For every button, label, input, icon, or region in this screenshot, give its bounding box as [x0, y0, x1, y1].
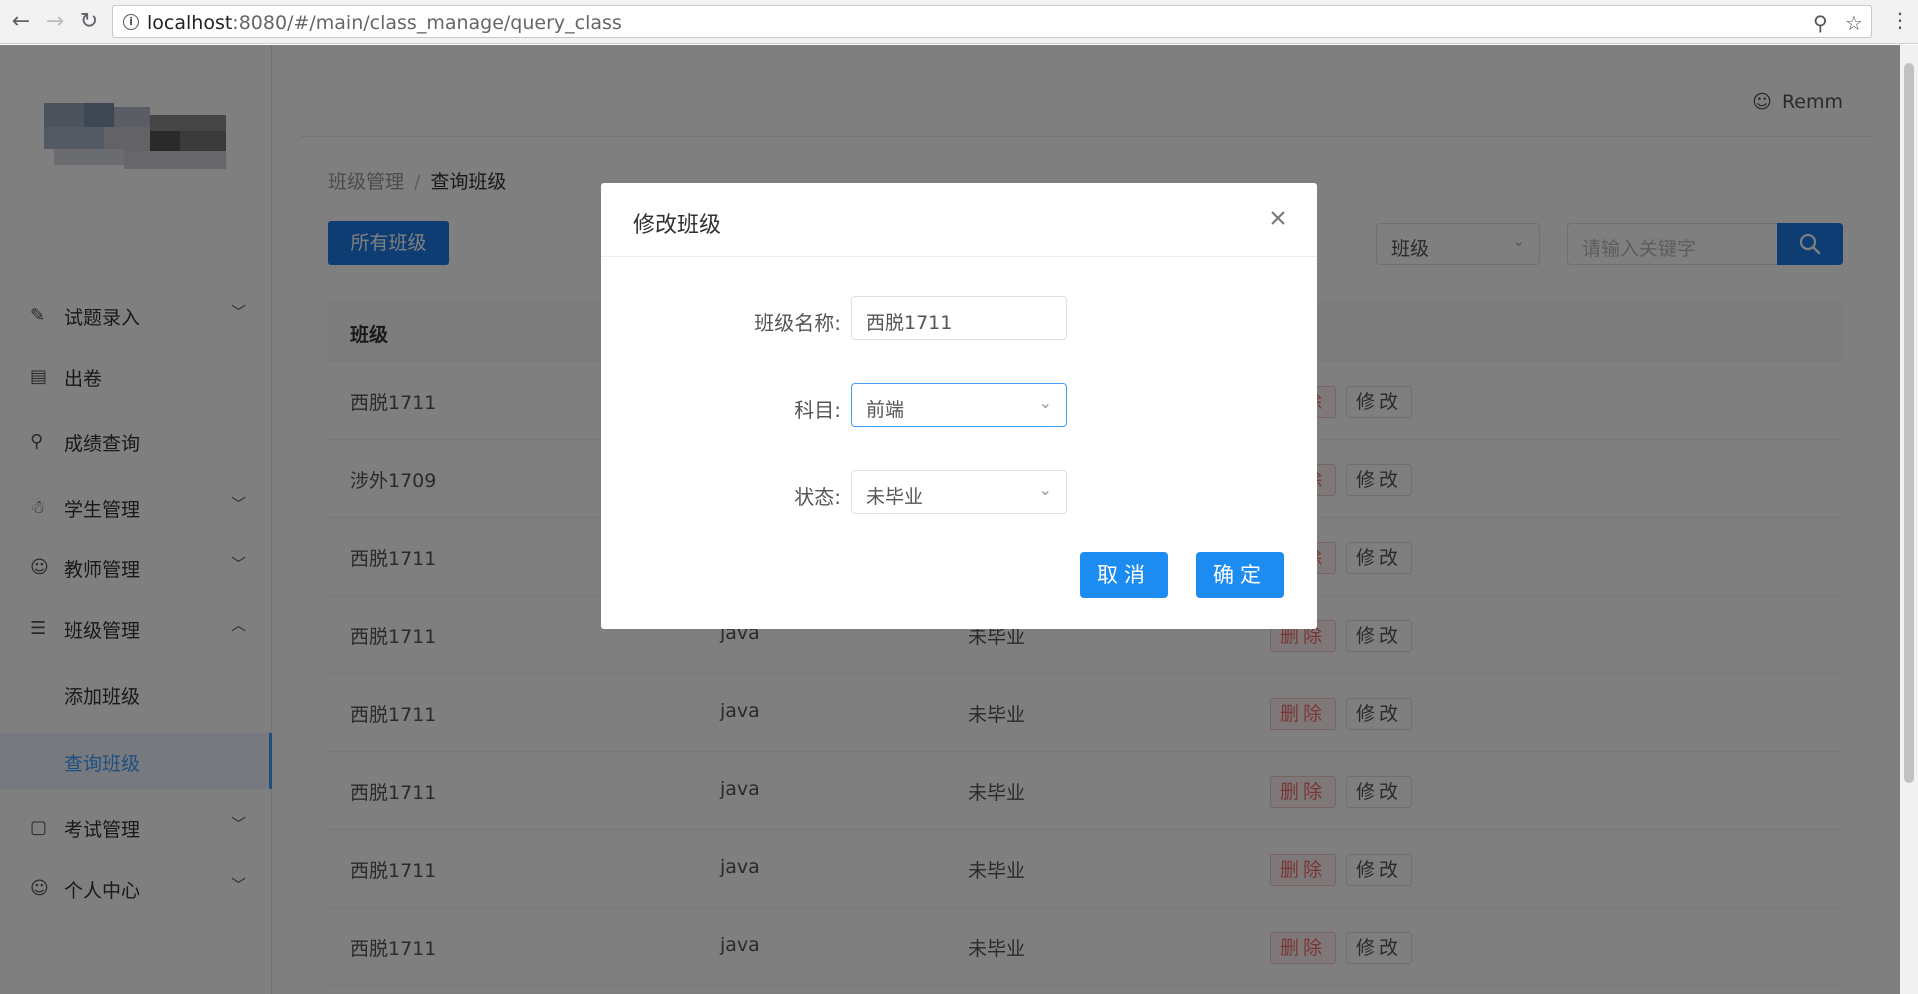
confirm-button[interactable]: 确定	[1196, 552, 1284, 598]
chevron-down-icon: ⌄	[1038, 480, 1052, 499]
reload-icon[interactable]: ↻	[76, 9, 102, 35]
info-icon[interactable]: i	[123, 14, 139, 30]
menu-dots-icon[interactable]: ⋮	[1890, 8, 1910, 32]
zoom-icon[interactable]: ⚲	[1813, 11, 1828, 35]
dialog-header: 修改班级	[601, 183, 1317, 257]
status-label: 状态:	[794, 485, 841, 509]
class-name-value: 西脱1711	[866, 312, 953, 334]
class-name-label: 班级名称:	[754, 311, 841, 335]
cancel-button[interactable]: 取消	[1080, 552, 1168, 598]
subject-label: 科目:	[794, 398, 841, 422]
subject-select[interactable]: 前端 ⌄	[851, 383, 1067, 427]
browser-toolbar: ← → ↻ i localhost:8080/#/main/class_mana…	[0, 0, 1918, 44]
edit-class-dialog: 修改班级 班级名称: 西脱1711 科目: 前端 ⌄ 状态: 未毕业 ⌄ 取消 …	[601, 183, 1317, 629]
address-bar[interactable]: i localhost:8080/#/main/class_manage/que…	[112, 5, 1872, 38]
close-icon[interactable]	[1265, 205, 1291, 231]
scrollbar-thumb[interactable]	[1904, 63, 1914, 783]
status-select[interactable]: 未毕业 ⌄	[851, 470, 1067, 514]
url-text[interactable]: localhost:8080/#/main/class_manage/query…	[147, 12, 622, 34]
status-select-value: 未毕业	[866, 486, 924, 508]
chevron-down-icon: ⌄	[1038, 393, 1052, 412]
back-icon[interactable]: ←	[8, 9, 34, 35]
subject-select-value: 前端	[866, 399, 905, 421]
forward-icon[interactable]: →	[42, 9, 68, 35]
star-icon[interactable]: ☆	[1845, 11, 1863, 35]
page-scrollbar[interactable]	[1900, 45, 1918, 994]
dialog-title: 修改班级	[633, 213, 722, 238]
class-name-input[interactable]: 西脱1711	[851, 296, 1067, 340]
